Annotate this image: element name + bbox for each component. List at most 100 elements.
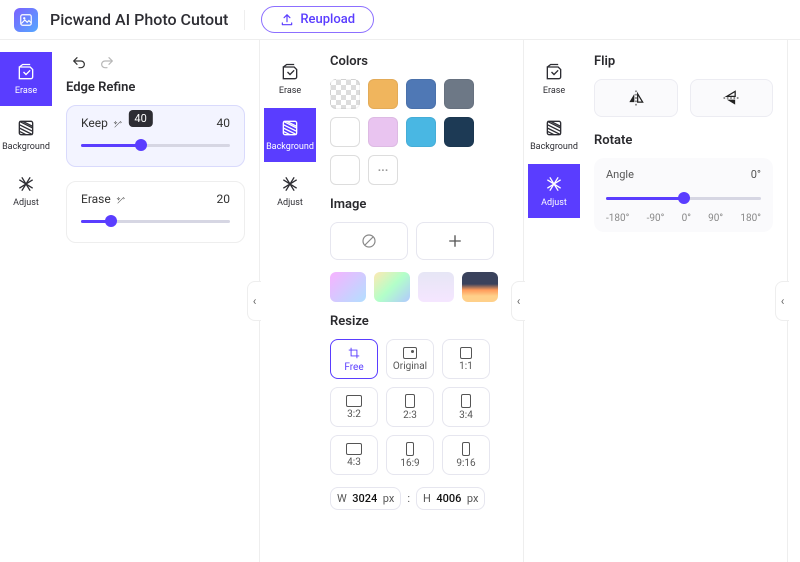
ratio-icon: [406, 442, 414, 456]
colors-heading: Colors: [330, 54, 509, 69]
resize-label: Original: [393, 361, 427, 372]
background-icon: [544, 118, 564, 138]
erase-slider-card: Erase 20: [66, 181, 245, 243]
wand-icon: [116, 195, 126, 205]
resize-16-9[interactable]: 16:9: [386, 435, 434, 475]
tab-background[interactable]: Background: [264, 108, 316, 162]
tab-adjust[interactable]: Adjust: [0, 164, 52, 218]
image-none[interactable]: [330, 222, 408, 260]
image-preset[interactable]: [330, 272, 366, 302]
image-add[interactable]: [416, 222, 494, 260]
tab-background-label: Background: [2, 142, 50, 152]
resize-4-3[interactable]: 4:3: [330, 435, 378, 475]
background-panel: Colors ··· Image Resize Free Ori: [316, 40, 524, 562]
resize-original[interactable]: Original: [386, 339, 434, 379]
tab-erase-label: Erase: [279, 86, 301, 96]
collapse-panel[interactable]: ‹: [511, 281, 525, 321]
ratio-icon: [405, 394, 415, 408]
tab-adjust[interactable]: Adjust: [528, 164, 580, 218]
color-transparent[interactable]: [330, 79, 360, 109]
separator: [244, 10, 245, 30]
angle-card: Angle 0° -180° -90° 0° 90° 180°: [594, 158, 773, 232]
erase-panel: Edge Refine Keep 40 40 Erase 20: [52, 40, 260, 562]
upload-icon: [280, 13, 294, 27]
angle-value: 0°: [751, 168, 761, 181]
background-icon: [16, 118, 36, 138]
ratio-icon: [346, 443, 362, 455]
resize-label: Free: [344, 362, 363, 373]
tab-background-label: Background: [266, 142, 314, 152]
flip-vertical-icon: [721, 88, 741, 108]
color-swatch[interactable]: [406, 79, 436, 109]
app-logo: [14, 8, 38, 32]
resize-label: 9:16: [456, 458, 475, 469]
resize-1-1[interactable]: 1:1: [442, 339, 490, 379]
tab-background-label: Background: [530, 142, 578, 152]
color-swatch[interactable]: [330, 117, 360, 147]
image-preset[interactable]: [374, 272, 410, 302]
tool-tabs: Erase Background Adjust: [264, 40, 316, 562]
tab-erase-label: Erase: [543, 86, 565, 96]
angle-ticks: -180° -90° 0° 90° 180°: [606, 213, 761, 224]
plus-icon: [446, 232, 464, 250]
erase-label: Erase: [81, 192, 126, 206]
angle-label: Angle: [606, 168, 634, 181]
erase-slider[interactable]: [81, 214, 230, 228]
height-input[interactable]: H4006px: [416, 487, 485, 510]
color-swatch[interactable]: [368, 117, 398, 147]
dimension-row: W3024px : H4006px: [330, 487, 509, 510]
erase-value: 20: [217, 192, 231, 206]
keep-value: 40: [217, 116, 231, 130]
tab-adjust[interactable]: Adjust: [264, 164, 316, 218]
resize-3-4[interactable]: 3:4: [442, 387, 490, 427]
flip-horizontal-button[interactable]: [594, 79, 678, 117]
ratio-icon: [462, 442, 470, 456]
adjust-panel: Flip Rotate Angle 0° -180° -90° 0° 90° 1…: [580, 40, 788, 562]
tab-erase[interactable]: Erase: [264, 52, 316, 106]
rotate-heading: Rotate: [594, 133, 773, 148]
background-icon: [280, 118, 300, 138]
resize-label: 2:3: [403, 410, 417, 421]
keep-label: Keep: [81, 116, 123, 130]
resize-free[interactable]: Free: [330, 339, 378, 379]
color-swatch[interactable]: [406, 117, 436, 147]
ratio-icon: [460, 347, 472, 359]
none-icon: [360, 232, 378, 250]
reupload-button[interactable]: Reupload: [261, 6, 374, 33]
resize-3-2[interactable]: 3:2: [330, 387, 378, 427]
keep-slider[interactable]: 40: [81, 138, 230, 152]
collapse-panel[interactable]: ‹: [247, 281, 261, 321]
redo-button[interactable]: [98, 54, 116, 72]
resize-label: 3:4: [459, 410, 473, 421]
color-swatch[interactable]: [444, 79, 474, 109]
resize-2-3[interactable]: 2:3: [386, 387, 434, 427]
erase-icon: [544, 62, 564, 82]
image-preset[interactable]: [418, 272, 454, 302]
dim-sep: :: [407, 492, 410, 505]
adjust-icon: [544, 174, 564, 194]
keep-slider-card: Keep 40 40: [66, 105, 245, 167]
tab-erase[interactable]: Erase: [0, 52, 52, 106]
resize-9-16[interactable]: 9:16: [442, 435, 490, 475]
angle-slider[interactable]: [606, 191, 761, 205]
tab-background[interactable]: Background: [0, 108, 52, 162]
flip-heading: Flip: [594, 54, 773, 69]
resize-label: 3:2: [347, 409, 361, 420]
tab-erase[interactable]: Erase: [528, 52, 580, 106]
app-header: Picwand AI Photo Cutout Reupload: [0, 0, 800, 40]
color-swatch[interactable]: [368, 79, 398, 109]
more-colors[interactable]: ···: [368, 155, 398, 185]
color-swatch[interactable]: [444, 117, 474, 147]
undo-button[interactable]: [70, 54, 88, 72]
resize-heading: Resize: [330, 314, 509, 329]
resize-label: 4:3: [347, 457, 361, 468]
flip-vertical-button[interactable]: [690, 79, 774, 117]
tab-background[interactable]: Background: [528, 108, 580, 162]
ratio-icon: [346, 395, 362, 407]
collapse-panel[interactable]: ‹: [775, 281, 789, 321]
image-preset[interactable]: [462, 272, 498, 302]
erase-icon: [280, 62, 300, 82]
width-input[interactable]: W3024px: [330, 487, 401, 510]
tool-tabs: Erase Background Adjust: [0, 40, 52, 562]
color-swatch[interactable]: [330, 155, 360, 185]
